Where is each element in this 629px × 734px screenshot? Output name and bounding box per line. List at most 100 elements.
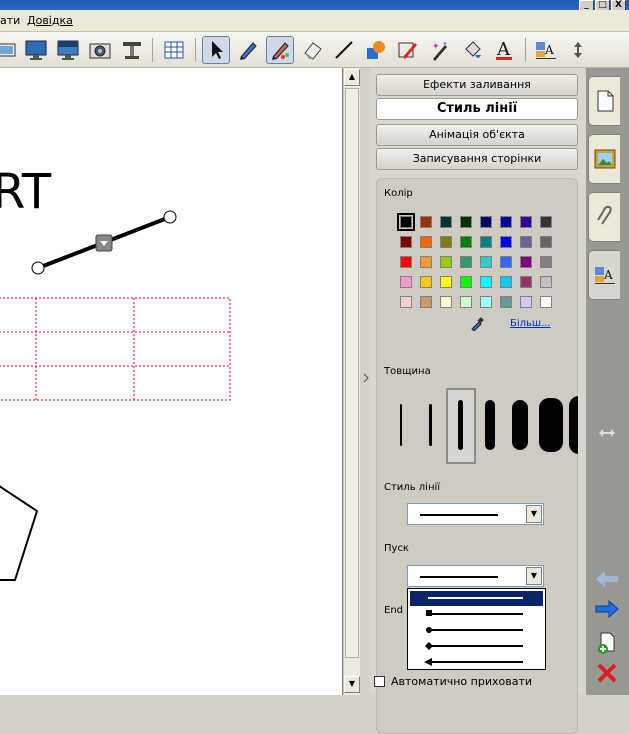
color-swatch[interactable] bbox=[420, 256, 432, 268]
color-swatch[interactable] bbox=[440, 236, 452, 248]
thickness-option[interactable] bbox=[485, 400, 495, 450]
thickness-selector[interactable] bbox=[388, 386, 578, 464]
scroll-down-button[interactable]: ▼ bbox=[344, 676, 360, 693]
cap-option-none[interactable] bbox=[410, 591, 543, 606]
line-end-handle[interactable] bbox=[163, 210, 177, 224]
color-swatch[interactable] bbox=[460, 276, 472, 288]
color-swatch[interactable] bbox=[480, 296, 492, 308]
pen-icon[interactable] bbox=[234, 36, 262, 64]
color-swatch[interactable] bbox=[400, 236, 412, 248]
color-swatch[interactable] bbox=[540, 276, 552, 288]
color-swatch[interactable] bbox=[520, 216, 532, 228]
thickness-option[interactable] bbox=[539, 398, 563, 452]
color-swatch[interactable] bbox=[460, 236, 472, 248]
thickness-option[interactable] bbox=[512, 400, 528, 450]
color-swatch[interactable] bbox=[540, 256, 552, 268]
thickness-option[interactable] bbox=[569, 396, 578, 454]
add-page-icon[interactable] bbox=[594, 632, 620, 654]
cap-option-diamond[interactable] bbox=[410, 639, 543, 654]
color-swatch[interactable] bbox=[540, 216, 552, 228]
back-arrow-icon[interactable] bbox=[594, 568, 620, 590]
color-swatch[interactable] bbox=[520, 236, 532, 248]
tab-line-style[interactable]: Стиль лінії bbox=[376, 98, 578, 120]
scroll-up-button[interactable]: ▲ bbox=[344, 69, 360, 86]
color-swatch[interactable] bbox=[400, 276, 412, 288]
color-swatch[interactable] bbox=[420, 296, 432, 308]
canvas-table[interactable] bbox=[0, 297, 231, 401]
tab-attachments[interactable] bbox=[588, 192, 620, 242]
color-swatch[interactable] bbox=[480, 236, 492, 248]
camera-icon[interactable] bbox=[86, 36, 114, 64]
thickness-option[interactable] bbox=[400, 404, 402, 446]
color-swatch[interactable] bbox=[440, 276, 452, 288]
menu-item-format[interactable]: ати bbox=[0, 14, 20, 27]
shapes-icon[interactable] bbox=[362, 36, 390, 64]
canvas-scrollbar[interactable]: ▲ ▼ bbox=[343, 68, 360, 695]
color-swatch[interactable] bbox=[400, 296, 412, 308]
color-swatch[interactable] bbox=[440, 256, 452, 268]
line-start-handle[interactable] bbox=[31, 261, 45, 275]
line-style-dropdown[interactable]: ▼ bbox=[407, 503, 544, 525]
delete-icon[interactable] bbox=[594, 662, 620, 684]
monitor-icon[interactable] bbox=[22, 36, 50, 64]
color-swatch[interactable] bbox=[440, 216, 452, 228]
tab-fill-effects[interactable]: Ефекти заливання bbox=[376, 74, 578, 96]
color-swatch[interactable] bbox=[500, 296, 512, 308]
color-swatch[interactable] bbox=[540, 236, 552, 248]
eyedropper-icon[interactable] bbox=[470, 317, 484, 331]
color-swatch[interactable] bbox=[460, 296, 472, 308]
menu-item-help[interactable]: Довідка bbox=[27, 14, 73, 27]
color-swatch[interactable] bbox=[500, 236, 512, 248]
canvas-text[interactable]: RT bbox=[0, 164, 52, 220]
fill-icon[interactable] bbox=[458, 36, 486, 64]
color-swatch[interactable] bbox=[397, 213, 415, 231]
auto-hide-checkbox[interactable] bbox=[374, 676, 385, 687]
tab-page-recording[interactable]: Записування сторінки bbox=[376, 148, 578, 170]
color-swatch[interactable] bbox=[500, 256, 512, 268]
forward-arrow-icon[interactable] bbox=[594, 598, 620, 620]
canvas-pentagon[interactable] bbox=[0, 480, 39, 581]
tab-page-sorter[interactable] bbox=[588, 76, 620, 126]
line-icon[interactable] bbox=[330, 36, 358, 64]
move-toolbar-icon[interactable] bbox=[564, 36, 592, 64]
color-swatch[interactable] bbox=[540, 296, 552, 308]
tab-properties[interactable]: A bbox=[588, 250, 620, 300]
cap-option-square[interactable] bbox=[410, 607, 543, 622]
panel-splitter[interactable] bbox=[360, 68, 370, 695]
resize-icon[interactable] bbox=[594, 422, 620, 444]
creative-pen-icon[interactable] bbox=[266, 36, 294, 64]
whiteboard-canvas[interactable]: RT bbox=[0, 68, 343, 695]
thickness-option[interactable] bbox=[458, 400, 463, 450]
properties-icon[interactable]: A bbox=[532, 36, 560, 64]
start-cap-options[interactable] bbox=[407, 588, 546, 670]
eraser-icon[interactable] bbox=[298, 36, 326, 64]
more-colors-link[interactable]: Більш... bbox=[510, 318, 551, 329]
color-swatch[interactable] bbox=[420, 236, 432, 248]
text-icon[interactable]: A bbox=[490, 36, 518, 64]
shape-pen-icon[interactable] bbox=[394, 36, 422, 64]
cap-option-circle[interactable] bbox=[410, 623, 543, 638]
color-swatch[interactable] bbox=[500, 216, 512, 228]
color-swatch[interactable] bbox=[520, 296, 532, 308]
thickness-option[interactable] bbox=[429, 404, 432, 446]
color-swatch[interactable] bbox=[460, 216, 472, 228]
cap-option-arrow[interactable] bbox=[410, 655, 543, 670]
start-cap-dropdown[interactable]: ▼ bbox=[407, 565, 544, 587]
chevron-down-icon[interactable]: ▼ bbox=[526, 567, 542, 585]
color-swatch[interactable] bbox=[420, 276, 432, 288]
color-swatch[interactable] bbox=[420, 216, 432, 228]
color-swatch[interactable] bbox=[460, 256, 472, 268]
auto-hide-option[interactable]: Автоматично приховати bbox=[374, 675, 532, 688]
color-swatch[interactable] bbox=[520, 256, 532, 268]
color-swatch[interactable] bbox=[520, 276, 532, 288]
scroll-thumb[interactable] bbox=[345, 88, 359, 658]
table-icon[interactable] bbox=[160, 36, 188, 64]
document-camera-icon[interactable] bbox=[0, 36, 20, 64]
document-camera-arm-icon[interactable] bbox=[118, 36, 146, 64]
screen-shade-icon[interactable] bbox=[54, 36, 82, 64]
color-swatch[interactable] bbox=[400, 256, 412, 268]
tab-gallery[interactable] bbox=[588, 134, 620, 184]
color-swatch[interactable] bbox=[440, 296, 452, 308]
color-swatch[interactable] bbox=[480, 276, 492, 288]
color-swatch[interactable] bbox=[500, 276, 512, 288]
